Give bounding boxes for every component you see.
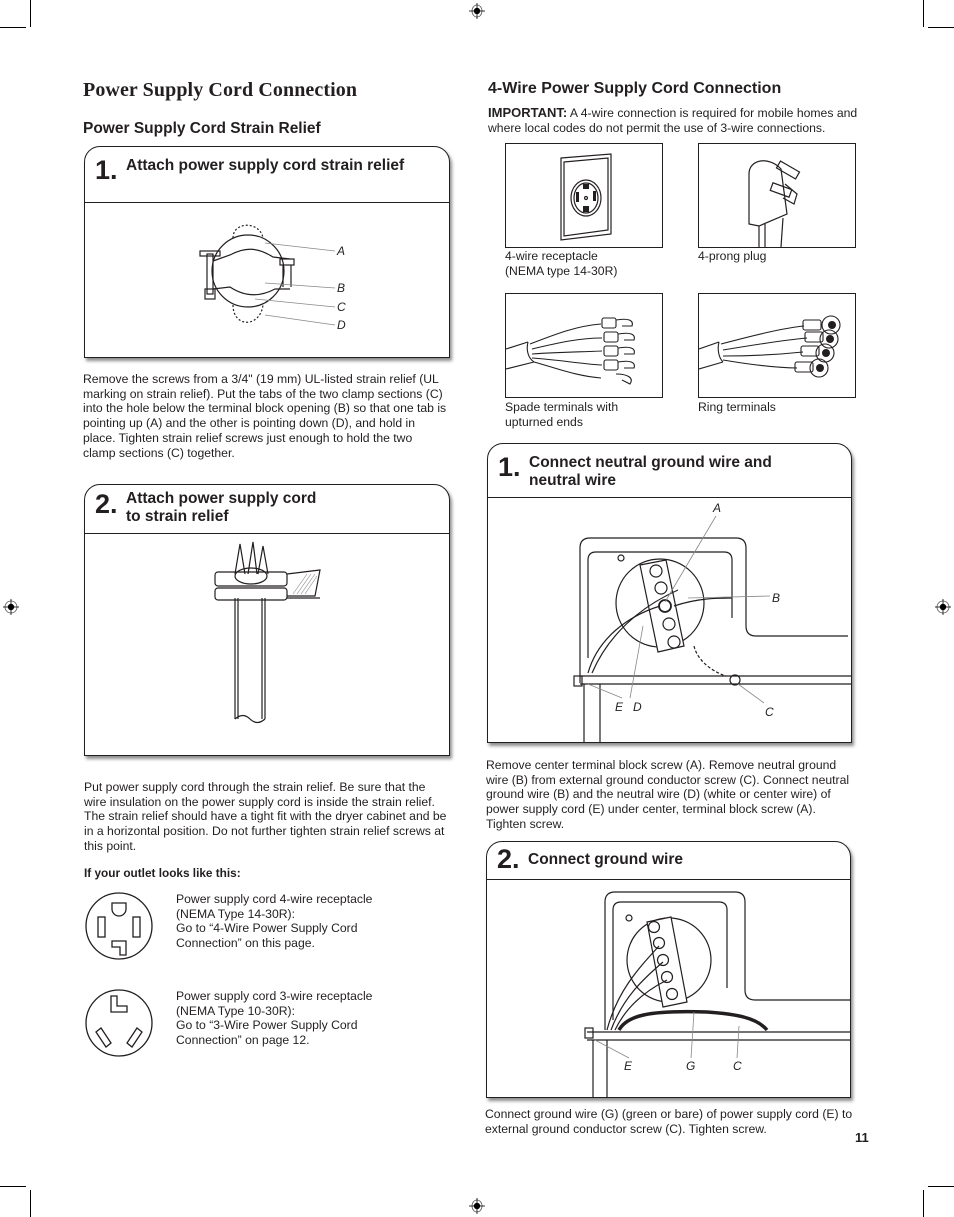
step-title: Connect ground wire bbox=[528, 851, 683, 868]
outlet-description: Power supply cord 4-wire receptacle (NEM… bbox=[176, 892, 372, 951]
step-header: 1. Attach power supply cord strain relie… bbox=[85, 147, 449, 203]
page-title: Power Supply Cord Connection bbox=[83, 79, 358, 101]
4-prong-plug-illustration bbox=[748, 160, 801, 248]
step-2-strain-relief-panel: 2. Attach power supply cord to strain re… bbox=[84, 484, 450, 756]
strain-relief-illustration: A B C D bbox=[85, 203, 449, 357]
right-step-1-instructions: Remove center terminal block screw (A). … bbox=[486, 758, 850, 831]
step-1-instructions: Remove the screws from a 3/4" (19 mm) UL… bbox=[83, 372, 447, 460]
4-wire-receptacle-illustration bbox=[560, 153, 612, 241]
right-step-2-instructions: Connect ground wire (G) (green or bare) … bbox=[485, 1107, 853, 1136]
step-title: Connect neutral ground wire and neutral … bbox=[529, 454, 772, 489]
caption-line: (NEMA type 14-30R) bbox=[505, 263, 618, 278]
label-c: C bbox=[765, 705, 774, 719]
registration-mark-icon bbox=[469, 1198, 485, 1214]
label-e: E bbox=[615, 700, 624, 714]
section-subtitle-strain-relief: Power Supply Cord Strain Relief bbox=[83, 120, 321, 137]
4-wire-receptacle-icon bbox=[85, 892, 153, 960]
step-title: Attach power supply cord strain relief bbox=[126, 157, 405, 174]
step-1-neutral-wire-panel: 1. Connect neutral ground wire and neutr… bbox=[487, 443, 852, 743]
outlet-text-line: Connection” on page 12. bbox=[176, 1033, 310, 1048]
figure-ring-terminals bbox=[698, 293, 856, 398]
figure-spade-terminals bbox=[505, 293, 663, 398]
page-number: 11 bbox=[855, 1130, 869, 1145]
figure-caption: Ring terminals bbox=[698, 400, 776, 415]
figure-4-prong-plug bbox=[698, 143, 856, 248]
label-g: G bbox=[686, 1059, 695, 1073]
step-number: 2. bbox=[95, 489, 118, 519]
step-title-line: Attach power supply cord bbox=[126, 490, 317, 507]
crop-mark bbox=[0, 27, 26, 28]
crop-mark bbox=[928, 27, 954, 28]
caption-line: 4-prong plug bbox=[698, 249, 767, 263]
caption-line: Ring terminals bbox=[698, 400, 776, 414]
figure-caption: 4-wire receptacle (NEMA type 14-30R) bbox=[505, 249, 617, 278]
crop-mark bbox=[30, 0, 31, 27]
step-header: 1. Connect neutral ground wire and neutr… bbox=[488, 444, 851, 498]
registration-mark-icon bbox=[469, 3, 485, 19]
step-1-strain-relief-panel: 1. Attach power supply cord strain relie… bbox=[84, 146, 450, 358]
label-a: A bbox=[336, 244, 345, 258]
cord-strain-relief-illustration bbox=[85, 534, 449, 755]
registration-mark-icon bbox=[935, 599, 951, 615]
step-number: 2. bbox=[497, 844, 520, 874]
step-2-ground-wire-panel: 2. Connect ground wire E G C bbox=[486, 841, 851, 1098]
caption-line: Spade terminals with bbox=[505, 400, 619, 414]
crop-mark bbox=[923, 0, 924, 27]
outlet-text-line: Power supply cord 3-wire receptacle bbox=[176, 989, 373, 1003]
step-2-instructions: Put power supply cord through the strain… bbox=[84, 780, 447, 853]
label-e: E bbox=[624, 1059, 633, 1073]
outlet-description: Power supply cord 3-wire receptacle (NEM… bbox=[176, 989, 372, 1048]
label-c: C bbox=[337, 300, 346, 314]
crop-mark bbox=[928, 1186, 954, 1187]
outlet-text-line: (NEMA Type 10-30R): bbox=[176, 1003, 295, 1018]
caption-line: 4-wire receptacle bbox=[505, 249, 598, 263]
outlet-text-line: (NEMA Type 14-30R): bbox=[176, 906, 295, 921]
caption-line: upturned ends bbox=[505, 414, 583, 429]
label-d: D bbox=[633, 700, 642, 714]
crop-mark bbox=[0, 1186, 26, 1187]
figure-4-wire-receptacle bbox=[505, 143, 663, 248]
step-number: 1. bbox=[498, 452, 521, 482]
figure-caption: Spade terminals with upturned ends bbox=[505, 400, 618, 429]
neutral-wire-illustration: A B C D E bbox=[488, 498, 851, 742]
figure-caption: 4-prong plug bbox=[698, 249, 766, 264]
outlet-text-line: Go to “3-Wire Power Supply Cord bbox=[176, 1018, 358, 1033]
important-note: IMPORTANT: A 4-wire connection is requir… bbox=[488, 105, 878, 135]
spade-terminals-illustration bbox=[505, 317, 635, 385]
crop-mark bbox=[30, 1190, 31, 1217]
crop-mark bbox=[923, 1190, 924, 1217]
outlet-text-line: Power supply cord 4-wire receptacle bbox=[176, 892, 373, 906]
label-d: D bbox=[337, 318, 346, 332]
step-title: Attach power supply cord to strain relie… bbox=[126, 490, 316, 526]
label-b: B bbox=[772, 591, 780, 605]
outlet-text-line: Go to “4-Wire Power Supply Cord bbox=[176, 921, 358, 936]
ground-wire-illustration: E G C bbox=[487, 880, 850, 1097]
label-b: B bbox=[337, 281, 345, 295]
registration-mark-icon bbox=[3, 599, 19, 615]
section-subtitle-4-wire: 4-Wire Power Supply Cord Connection bbox=[488, 80, 782, 97]
outlet-text-line: Connection” on this page. bbox=[176, 936, 315, 951]
label-c: C bbox=[733, 1059, 742, 1073]
important-label: IMPORTANT: bbox=[488, 105, 568, 120]
step-header: 2. Connect ground wire bbox=[487, 842, 850, 880]
3-wire-receptacle-icon bbox=[85, 989, 153, 1057]
outlet-heading: If your outlet looks like this: bbox=[84, 866, 241, 880]
label-a: A bbox=[712, 501, 721, 515]
step-title-line: to strain relief bbox=[126, 508, 229, 525]
step-header: 2. Attach power supply cord to strain re… bbox=[85, 485, 449, 534]
ring-terminals-illustration bbox=[698, 315, 841, 378]
step-number: 1. bbox=[95, 155, 118, 185]
